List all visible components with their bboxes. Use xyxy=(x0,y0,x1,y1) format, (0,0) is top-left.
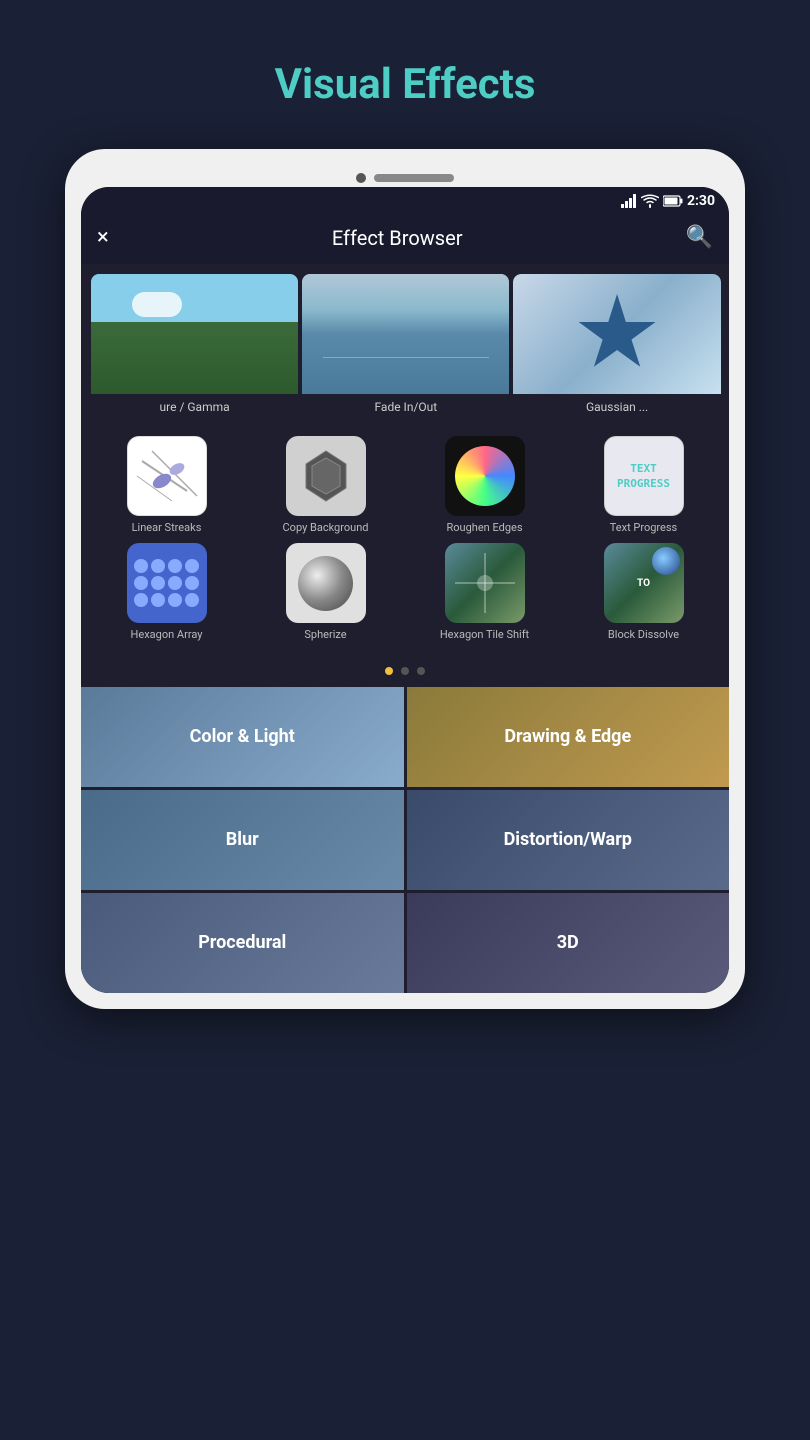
effect-label-gaussian: Gaussian ... xyxy=(513,394,720,420)
effect-label-fade: Fade In/Out xyxy=(302,394,509,420)
hex-dot xyxy=(134,593,148,607)
category-grid: Color & Light Drawing & Edge Blur Distor… xyxy=(81,687,729,993)
hex-dot xyxy=(134,559,148,573)
effect-thumb-gamma xyxy=(91,274,298,394)
status-time: 2:30 xyxy=(687,193,715,209)
grid-label-roughen-edges: Roughen Edges xyxy=(446,521,522,535)
dot-3[interactable] xyxy=(417,667,425,675)
effect-card-gaussian[interactable]: Gaussian ... xyxy=(513,274,720,420)
grid-label-linear-streaks: Linear Streaks xyxy=(132,521,202,535)
effect-card-gamma[interactable]: ure / Gamma xyxy=(91,274,298,420)
hex-dot xyxy=(151,576,165,590)
effect-card-fade[interactable]: Fade In/Out xyxy=(302,274,509,420)
close-button[interactable]: × xyxy=(97,225,109,250)
signal-icon xyxy=(621,194,637,208)
search-button[interactable]: 🔍 xyxy=(686,225,713,250)
hex-dot xyxy=(134,576,148,590)
hex-array-visual xyxy=(128,553,205,613)
status-icons: 2:30 xyxy=(621,193,715,209)
grid-label-block-dissolve: Block Dissolve xyxy=(608,628,679,642)
category-label-procedural: Procedural xyxy=(198,932,286,953)
roughen-visual xyxy=(455,446,515,506)
water-visual xyxy=(302,274,509,394)
category-label-distortion-warp: Distortion/Warp xyxy=(504,829,632,850)
category-label-drawing-edge: Drawing & Edge xyxy=(504,726,631,747)
wifi-icon xyxy=(641,194,659,208)
grid-thumb-hexagon-array xyxy=(127,543,207,623)
copy-bg-svg xyxy=(296,446,356,506)
grid-item-linear-streaks[interactable]: Linear Streaks xyxy=(91,436,242,535)
block-dissolve-text: TO xyxy=(637,578,650,589)
effects-grid: Linear Streaks Copy Background xyxy=(81,420,729,659)
grid-thumb-linear-streaks xyxy=(127,436,207,516)
grid-label-hexagon-tile: Hexagon Tile Shift xyxy=(440,628,529,642)
hex-dot xyxy=(185,576,199,590)
linear-streaks-svg xyxy=(132,441,202,511)
header-title: Effect Browser xyxy=(332,226,463,250)
page-title: Visual Effects xyxy=(275,60,536,109)
phone-camera xyxy=(356,173,366,183)
grid-thumb-text-progress: TEXTPROGRESS xyxy=(604,436,684,516)
phone-speaker xyxy=(374,174,454,182)
app-header: × Effect Browser 🔍 xyxy=(81,215,729,264)
text-progress-visual: TEXTPROGRESS xyxy=(613,457,674,496)
reflection-line xyxy=(323,357,489,358)
grid-label-spherize: Spherize xyxy=(304,628,346,642)
dot-1[interactable] xyxy=(385,667,393,675)
hex-dot xyxy=(168,559,182,573)
scroll-effects-row: ure / Gamma Fade In/Out Gaussian ... xyxy=(81,264,729,420)
grid-label-hexagon-array: Hexagon Array xyxy=(131,628,203,642)
category-card-color-light[interactable]: Color & Light xyxy=(81,687,404,787)
effect-thumb-fade xyxy=(302,274,509,394)
sphere-visual xyxy=(298,556,353,611)
grid-item-hexagon-array[interactable]: Hexagon Array xyxy=(91,543,242,642)
hex-dot xyxy=(168,593,182,607)
status-bar: 2:30 xyxy=(81,187,729,215)
content-area: ure / Gamma Fade In/Out Gaussian ... xyxy=(81,264,729,993)
star-shape xyxy=(577,294,657,374)
hex-tile-svg xyxy=(450,548,520,618)
grid-thumb-hexagon-tile xyxy=(445,543,525,623)
category-card-distortion-warp[interactable]: Distortion/Warp xyxy=(407,790,730,890)
block-dissolve-overlay xyxy=(652,547,680,575)
phone-screen: 2:30 × Effect Browser 🔍 ure / Gamma xyxy=(81,187,729,993)
hex-dot xyxy=(151,593,165,607)
category-card-3d[interactable]: 3D xyxy=(407,893,730,993)
grid-thumb-spherize xyxy=(286,543,366,623)
battery-icon xyxy=(663,195,683,207)
dot-2[interactable] xyxy=(401,667,409,675)
grid-item-hexagon-tile[interactable]: Hexagon Tile Shift xyxy=(409,543,560,642)
grid-item-block-dissolve[interactable]: TO Block Dissolve xyxy=(568,543,719,642)
grass-visual xyxy=(91,274,298,394)
category-label-color-light: Color & Light xyxy=(190,726,295,747)
grid-thumb-roughen-edges xyxy=(445,436,525,516)
grid-item-copy-background[interactable]: Copy Background xyxy=(250,436,401,535)
hex-dot xyxy=(185,593,199,607)
grid-item-text-progress[interactable]: TEXTPROGRESS Text Progress xyxy=(568,436,719,535)
grid-item-spherize[interactable]: Spherize xyxy=(250,543,401,642)
category-card-drawing-edge[interactable]: Drawing & Edge xyxy=(407,687,730,787)
phone-frame: 2:30 × Effect Browser 🔍 ure / Gamma xyxy=(65,149,745,1009)
grid-label-text-progress: Text Progress xyxy=(610,521,677,535)
category-label-blur: Blur xyxy=(226,829,259,850)
cloud-shape xyxy=(132,292,182,317)
category-card-blur[interactable]: Blur xyxy=(81,790,404,890)
phone-top-bar xyxy=(81,165,729,187)
category-card-procedural[interactable]: Procedural xyxy=(81,893,404,993)
hex-dot xyxy=(168,576,182,590)
grid-item-roughen-edges[interactable]: Roughen Edges xyxy=(409,436,560,535)
hex-dot xyxy=(151,559,165,573)
category-label-3d: 3D xyxy=(557,932,579,953)
effect-label-gamma: ure / Gamma xyxy=(91,394,298,420)
hex-dot xyxy=(185,559,199,573)
dot-indicators xyxy=(81,659,729,687)
grid-label-copy-background: Copy Background xyxy=(283,521,369,535)
grid-thumb-copy-background xyxy=(286,436,366,516)
effect-thumb-gaussian xyxy=(513,274,720,394)
grid-thumb-block-dissolve: TO xyxy=(604,543,684,623)
